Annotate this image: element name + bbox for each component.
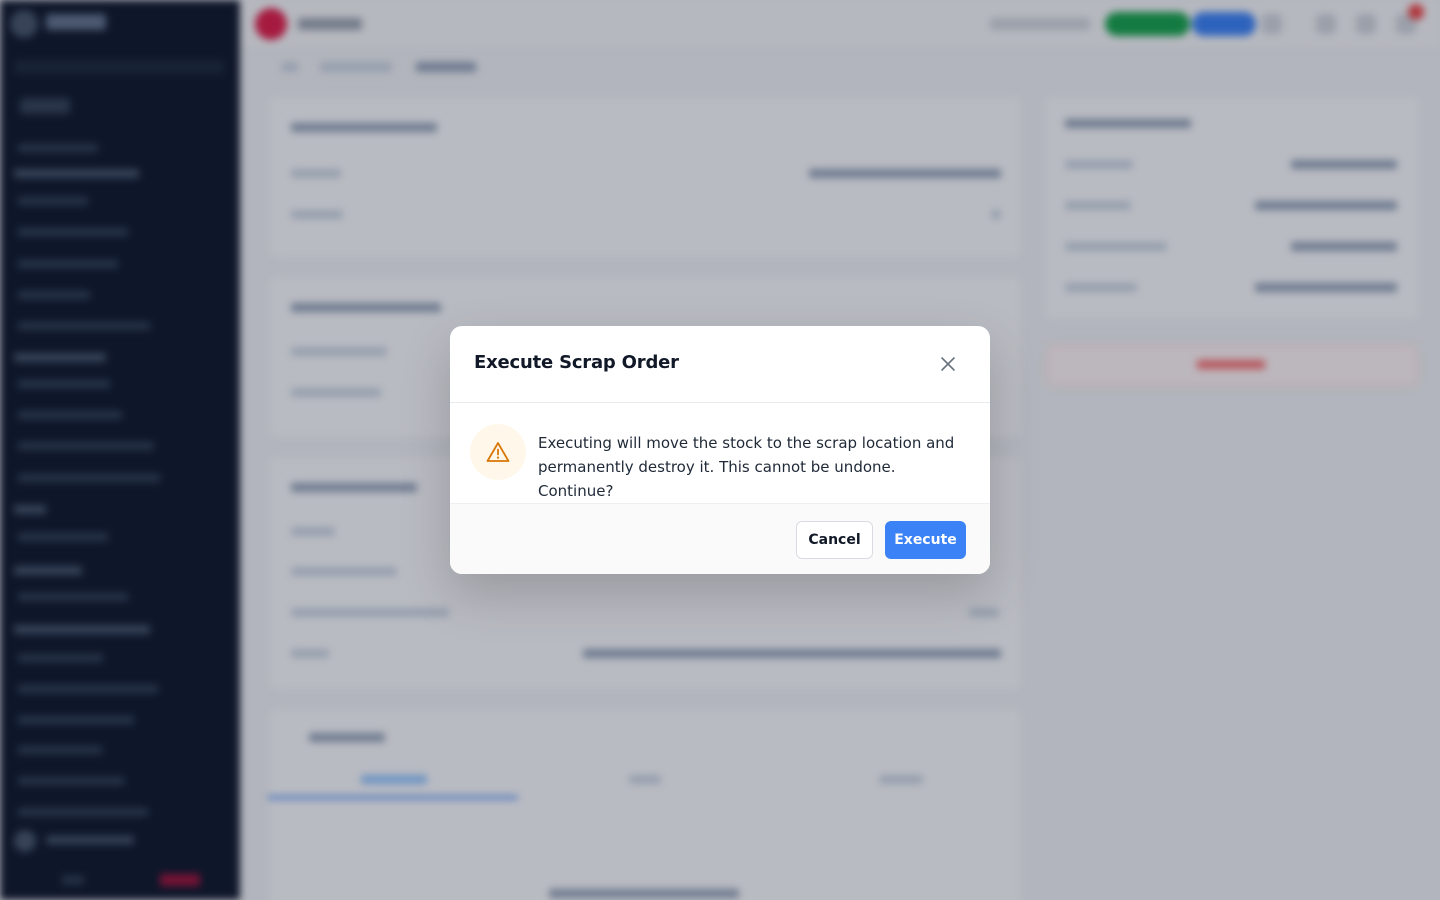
close-icon — [941, 357, 955, 371]
execute-scrap-order-dialog: Execute Scrap Order Executing will move … — [450, 326, 990, 574]
warning-icon-container — [470, 424, 526, 480]
dialog-message: Executing will move the stock to the scr… — [538, 434, 955, 500]
execute-button[interactable]: Execute — [885, 521, 966, 559]
dialog-header: Execute Scrap Order — [450, 326, 990, 403]
dialog-title: Execute Scrap Order — [474, 352, 679, 373]
dialog-body: Executing will move the stock to the scr… — [450, 403, 990, 503]
close-button[interactable] — [934, 350, 962, 378]
cancel-button[interactable]: Cancel — [796, 521, 873, 559]
dialog-footer: Cancel Execute — [450, 503, 990, 574]
warning-icon — [486, 442, 510, 462]
